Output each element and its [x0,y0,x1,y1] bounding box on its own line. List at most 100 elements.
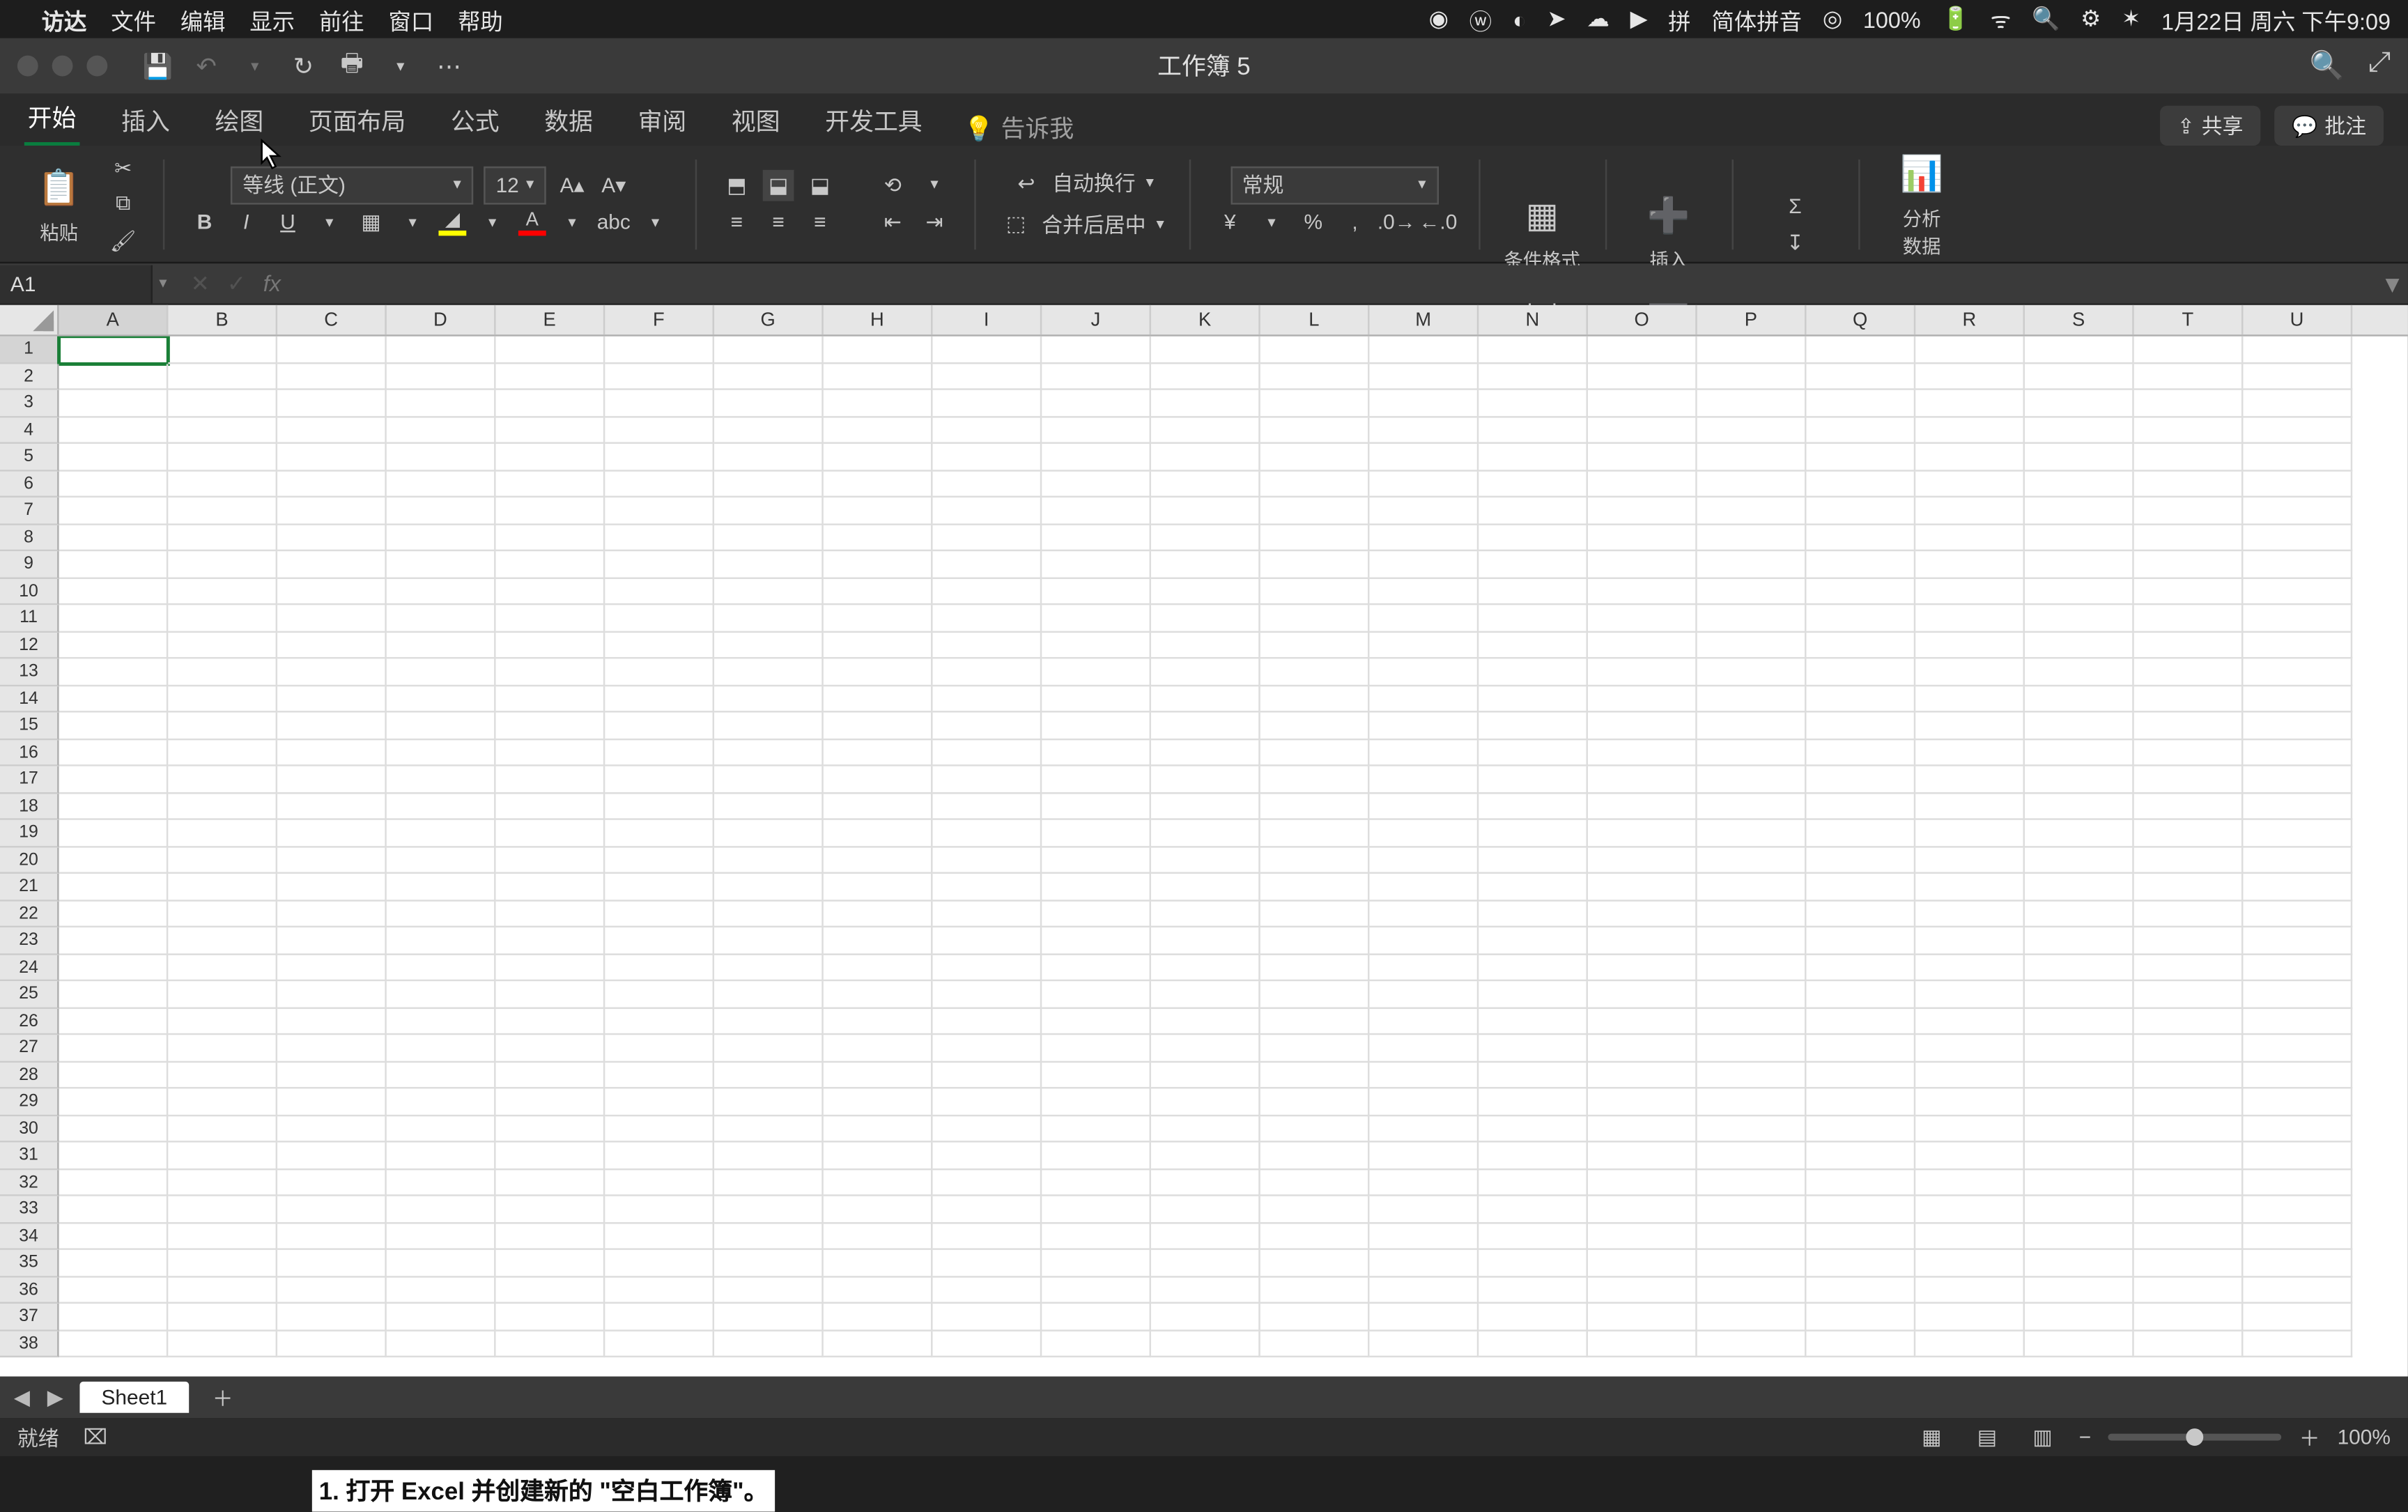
cell-B29[interactable] [168,1088,277,1116]
cell-E31[interactable] [496,1143,605,1170]
cell-T14[interactable] [2134,686,2244,713]
cell-U17[interactable] [2243,766,2352,794]
cell-U7[interactable] [2243,497,2352,525]
tab-developer[interactable]: 开发工具 [821,97,925,146]
cell-E1[interactable] [496,337,605,364]
cell-O16[interactable] [1588,739,1697,766]
cell-K25[interactable] [1151,981,1260,1008]
cell-E8[interactable] [496,525,605,552]
collapse-ribbon-icon[interactable]: ⤢ [2368,49,2391,84]
cell-F18[interactable] [605,793,714,820]
cell-B38[interactable] [168,1331,277,1358]
cell-O15[interactable] [1588,713,1697,740]
cell-Q6[interactable] [1806,470,1915,497]
close-dot[interactable] [17,56,38,77]
col-header-N[interactable]: N [1479,305,1588,334]
zoom-slider-knob[interactable] [2186,1428,2204,1446]
cell-O10[interactable] [1588,578,1697,605]
cell-H13[interactable] [824,658,933,686]
tell-me[interactable]: 💡告诉我 [964,111,1074,146]
cell-H1[interactable] [824,337,933,364]
cell-N26[interactable] [1479,1008,1588,1035]
cell-O13[interactable] [1588,658,1697,686]
conditional-format-button[interactable]: ▦条件格式 [1504,190,1580,273]
cell-O8[interactable] [1588,525,1697,552]
cell-F2[interactable] [605,363,714,390]
col-header-H[interactable]: H [824,305,933,334]
cell-J5[interactable] [1042,444,1151,471]
cell-A7[interactable] [59,497,169,525]
play-icon[interactable]: ▶ [1630,5,1648,33]
underline-button[interactable]: U [272,207,304,238]
row-header-21[interactable]: 21 [0,874,59,901]
cell-U24[interactable] [2243,955,2352,982]
cell-B7[interactable] [168,497,277,525]
cell-R12[interactable] [1915,632,2025,659]
view-pagelayout-icon[interactable]: ▤ [1968,1424,2007,1451]
cell-H5[interactable] [824,444,933,471]
cell-Q5[interactable] [1806,444,1915,471]
tab-view[interactable]: 视图 [728,97,784,146]
cell-R4[interactable] [1915,417,2025,444]
cell-U19[interactable] [2243,820,2352,847]
cell-I37[interactable] [933,1304,1042,1331]
cell-B10[interactable] [168,578,277,605]
cell-T15[interactable] [2134,713,2244,740]
cell-B27[interactable] [168,1035,277,1062]
cell-I34[interactable] [933,1223,1042,1250]
cell-H10[interactable] [824,578,933,605]
cell-N21[interactable] [1479,874,1588,901]
select-all-corner[interactable] [0,305,59,334]
cell-M4[interactable] [1370,417,1479,444]
cell-Q29[interactable] [1806,1088,1915,1116]
cell-J8[interactable] [1042,525,1151,552]
cell-S6[interactable] [2025,470,2134,497]
col-header-M[interactable]: M [1370,305,1479,334]
cell-U21[interactable] [2243,874,2352,901]
cell-G22[interactable] [714,901,824,928]
battery-label[interactable]: 100% [1863,6,1921,32]
cell-D13[interactable] [387,658,496,686]
cell-G3[interactable] [714,390,824,417]
siri-icon[interactable]: ✶ [2122,5,2140,33]
cell-C9[interactable] [277,551,387,578]
sheet-tab-1[interactable]: Sheet1 [81,1382,188,1413]
cell-K8[interactable] [1151,525,1260,552]
cell-Q32[interactable] [1806,1169,1915,1196]
cell-P38[interactable] [1697,1331,1807,1358]
cell-B28[interactable] [168,1062,277,1089]
cell-K35[interactable] [1151,1250,1260,1277]
cell-C30[interactable] [277,1116,387,1143]
align-left-icon[interactable]: ≡ [721,207,752,238]
row-header-35[interactable]: 35 [0,1250,59,1277]
cell-U12[interactable] [2243,632,2352,659]
cell-S28[interactable] [2025,1062,2134,1089]
cell-I30[interactable] [933,1116,1042,1143]
cell-O3[interactable] [1588,390,1697,417]
zoom-value[interactable]: 100% [2338,1425,2391,1449]
cell-C21[interactable] [277,874,387,901]
align-right-icon[interactable]: ≡ [804,207,835,238]
cell-D30[interactable] [387,1116,496,1143]
cell-J20[interactable] [1042,847,1151,874]
row-header-31[interactable]: 31 [0,1143,59,1170]
cell-R32[interactable] [1915,1169,2025,1196]
cell-G7[interactable] [714,497,824,525]
cell-S35[interactable] [2025,1250,2134,1277]
cell-N16[interactable] [1479,739,1588,766]
cell-C25[interactable] [277,981,387,1008]
cell-I36[interactable] [933,1276,1042,1304]
cell-C28[interactable] [277,1062,387,1089]
cell-F17[interactable] [605,766,714,794]
cell-T10[interactable] [2134,578,2244,605]
cell-U8[interactable] [2243,525,2352,552]
cell-P25[interactable] [1697,981,1807,1008]
cell-G20[interactable] [714,847,824,874]
cell-U13[interactable] [2243,658,2352,686]
cell-T35[interactable] [2134,1250,2244,1277]
cell-D36[interactable] [387,1276,496,1304]
cell-Q4[interactable] [1806,417,1915,444]
cell-O26[interactable] [1588,1008,1697,1035]
cell-H36[interactable] [824,1276,933,1304]
cell-T7[interactable] [2134,497,2244,525]
